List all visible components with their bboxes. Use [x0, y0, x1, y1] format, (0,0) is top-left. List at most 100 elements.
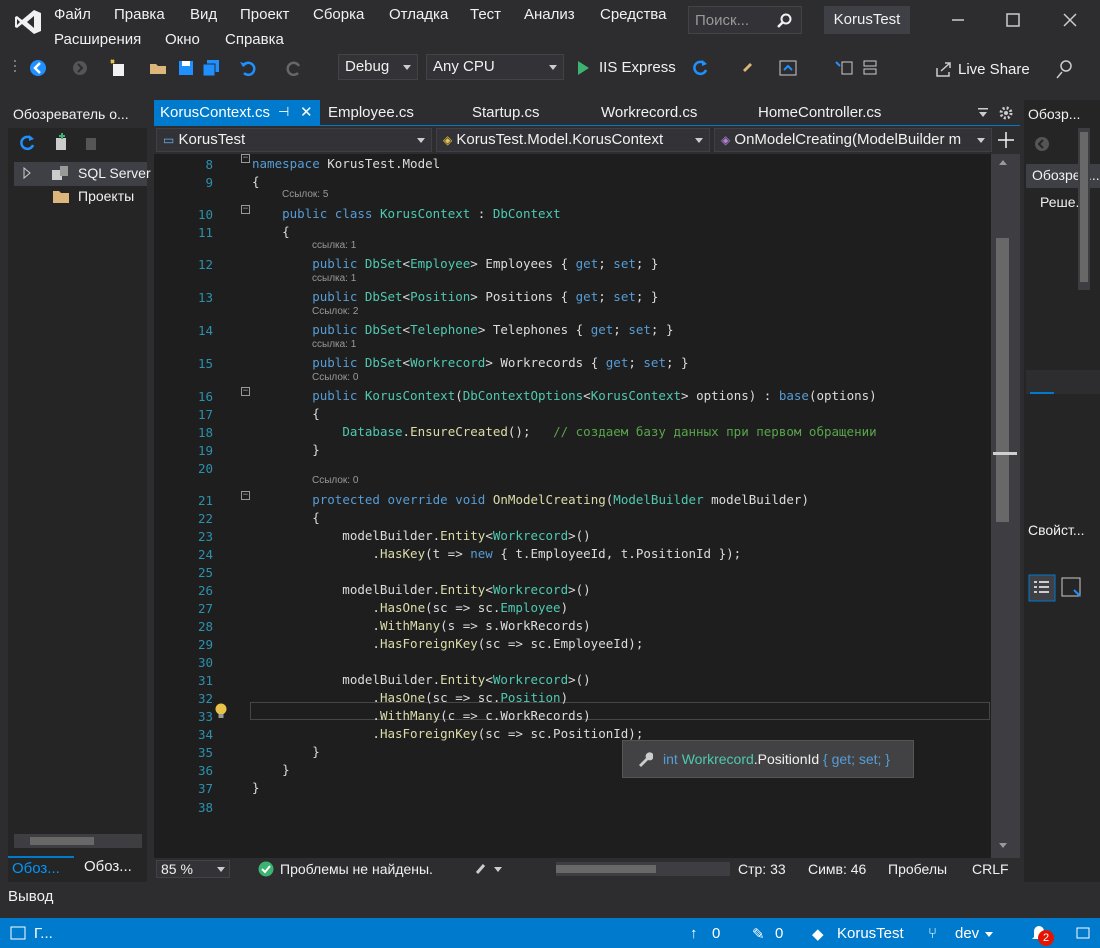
- step-icon[interactable]: [834, 58, 854, 78]
- tree-item-projects[interactable]: Проекты: [78, 188, 134, 204]
- maximize-icon[interactable]: [1001, 8, 1025, 32]
- horizontal-scrollbar[interactable]: [14, 834, 142, 848]
- live-share-icon[interactable]: [934, 59, 954, 79]
- layout-icon[interactable]: [860, 58, 880, 78]
- run-target-button[interactable]: IIS Express: [599, 59, 676, 76]
- back-nav-icon[interactable]: [1034, 136, 1050, 152]
- code-line[interactable]: modelBuilder.Entity<Workrecord>(): [252, 582, 590, 597]
- code-line[interactable]: .HasForeignKey(sc => sc.EmployeeId);: [252, 636, 643, 651]
- tab-koruscontext[interactable]: KorusContext.cs ⊣ ✕: [154, 100, 320, 126]
- browser-link-icon[interactable]: [740, 58, 760, 78]
- close-icon[interactable]: [1058, 8, 1082, 32]
- code-line[interactable]: modelBuilder.Entity<Workrecord>(): [252, 528, 590, 543]
- code-line[interactable]: protected override void OnModelCreating(…: [252, 492, 809, 507]
- menu-project[interactable]: Проект: [240, 6, 289, 23]
- right-scrollbar[interactable]: [1078, 128, 1090, 290]
- push-count[interactable]: 0: [712, 925, 720, 942]
- code-line[interactable]: public DbSet<Telephone> Telephones { get…: [252, 322, 673, 337]
- column-number[interactable]: Симв: 46: [808, 861, 866, 877]
- menu-build[interactable]: Сборка: [313, 6, 364, 23]
- codelens-references[interactable]: ссылка: 1: [312, 240, 356, 251]
- save-icon[interactable]: [176, 58, 196, 78]
- code-line[interactable]: .HasOne(sc => sc.Position): [252, 690, 568, 705]
- tab-server-explorer[interactable]: Обоз...: [8, 856, 74, 882]
- collapse-toggle-icon[interactable]: −: [241, 205, 250, 214]
- tab-employee[interactable]: Employee.cs: [322, 100, 420, 126]
- live-share-button[interactable]: Live Share: [958, 61, 1030, 78]
- menu-edit[interactable]: Правка: [114, 6, 165, 23]
- open-folder-icon[interactable]: [148, 58, 168, 78]
- member-dropdown[interactable]: ◈ OnModelCreating(ModelBuilder m: [714, 128, 992, 152]
- push-arrow-icon[interactable]: ↑: [690, 925, 698, 942]
- search-box[interactable]: Поиск...: [688, 6, 802, 34]
- code-cleanup-icon[interactable]: [474, 861, 504, 877]
- code-line[interactable]: .WithMany(s => s.WorkRecords): [252, 618, 590, 633]
- back-icon[interactable]: [28, 58, 48, 78]
- collapse-toggle-icon[interactable]: −: [241, 387, 250, 396]
- scroll-thumb[interactable]: [996, 238, 1009, 522]
- code-line[interactable]: modelBuilder.Entity<Workrecord>(): [252, 672, 590, 687]
- feedback-icon[interactable]: [1054, 58, 1076, 80]
- refresh-icon[interactable]: [690, 58, 710, 78]
- class-dropdown[interactable]: ◈ KorusTest.Model.KorusContext: [436, 128, 710, 152]
- branch-name[interactable]: dev: [955, 925, 979, 942]
- pencil-icon[interactable]: ✎: [752, 925, 765, 943]
- code-line[interactable]: public class KorusContext : DbContext: [252, 206, 560, 221]
- code-line[interactable]: }: [252, 442, 320, 457]
- code-line[interactable]: public DbSet<Position> Positions { get; …: [252, 289, 658, 304]
- code-line[interactable]: }: [252, 780, 260, 795]
- tree-item-sql-server[interactable]: SQL Server: [78, 165, 151, 181]
- menu-window[interactable]: Окно: [165, 31, 200, 48]
- run-icon[interactable]: [575, 59, 591, 77]
- repo-icon[interactable]: ◆: [812, 925, 824, 943]
- home-toolbar-icon[interactable]: [778, 58, 798, 78]
- tab-workrecord[interactable]: Workrecord.cs: [595, 100, 703, 126]
- codelens-references[interactable]: Ссылок: 0: [312, 475, 358, 486]
- code-line[interactable]: {: [252, 406, 320, 421]
- collapse-toggle-icon[interactable]: −: [241, 154, 250, 163]
- menu-debug[interactable]: Отладка: [389, 6, 448, 23]
- code-line[interactable]: namespace KorusTest.Model: [252, 156, 440, 171]
- split-editor-icon[interactable]: [996, 130, 1016, 150]
- save-all-icon[interactable]: [201, 58, 223, 78]
- code-line[interactable]: public KorusContext(DbContextOptions<Kor…: [252, 388, 876, 403]
- redo-icon[interactable]: [284, 58, 304, 78]
- code-line[interactable]: {: [252, 510, 320, 525]
- scroll-up-icon[interactable]: [998, 158, 1008, 166]
- menu-file[interactable]: Файл: [54, 6, 91, 23]
- code-line[interactable]: Database.EnsureCreated(); // создаем баз…: [252, 424, 876, 439]
- tab-other-explorer[interactable]: Обоз...: [84, 858, 132, 875]
- platform-dropdown[interactable]: Any CPU: [426, 54, 564, 80]
- feedback-smile-icon[interactable]: [1076, 927, 1090, 939]
- line-ending[interactable]: CRLF: [972, 861, 1009, 877]
- menu-view[interactable]: Вид: [190, 6, 217, 23]
- collapse-toggle-icon[interactable]: −: [241, 491, 250, 500]
- zoom-dropdown[interactable]: 85 %: [156, 860, 230, 878]
- scroll-down-icon[interactable]: [998, 842, 1008, 850]
- connect-db-icon[interactable]: [52, 132, 72, 152]
- codelens-references[interactable]: ссылка: 1: [312, 339, 356, 350]
- alphabetical-icon[interactable]: [1060, 576, 1084, 600]
- editor-hscrollbar[interactable]: [556, 862, 730, 876]
- menu-analyze[interactable]: Анализ: [524, 6, 575, 23]
- code-line[interactable]: }: [252, 762, 290, 777]
- undo-icon[interactable]: [238, 58, 258, 78]
- settings-gear-icon[interactable]: [998, 105, 1014, 121]
- problems-status[interactable]: Проблемы не найдены.: [280, 861, 433, 877]
- menu-test[interactable]: Тест: [470, 6, 501, 23]
- minimize-icon[interactable]: [946, 8, 970, 32]
- tab-list-icon[interactable]: [976, 106, 990, 120]
- code-line[interactable]: .WithMany(c => c.WorkRecords): [252, 708, 590, 723]
- code-line[interactable]: .HasOne(sc => sc.Employee): [252, 600, 568, 615]
- branch-icon[interactable]: ⑂: [928, 925, 937, 942]
- code-line[interactable]: public DbSet<Workrecord> Workrecords { g…: [252, 355, 688, 370]
- close-tab-icon[interactable]: ✕: [300, 103, 313, 121]
- code-line[interactable]: public DbSet<Employee> Employees { get; …: [252, 256, 658, 271]
- code-line[interactable]: {: [252, 174, 260, 189]
- lightbulb-icon[interactable]: [213, 702, 229, 720]
- project-dropdown[interactable]: ▭ KorusTest: [156, 128, 432, 152]
- code-line[interactable]: {: [252, 224, 290, 239]
- whitespace-mode[interactable]: Пробелы: [888, 861, 947, 877]
- codelens-references[interactable]: ссылка: 1: [312, 273, 356, 284]
- tab-startup[interactable]: Startup.cs: [466, 100, 546, 126]
